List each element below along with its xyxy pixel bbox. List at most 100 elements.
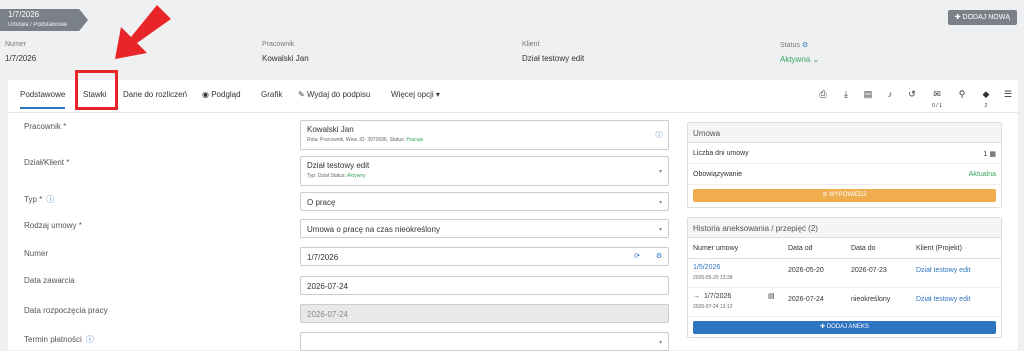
main-card: Podstawowe Stawki Dane do rozliczeń ◉ Po… — [8, 80, 1018, 351]
document-icon[interactable]: ▤ — [768, 292, 775, 300]
add-new-button[interactable]: ✚ DODAJ NOWĄ — [947, 10, 1017, 25]
wypowiedz-label: WYPOWIEDZ — [829, 192, 867, 198]
table-row: 1/5/2026 2026-05-20 13:38 2026-05-20 202… — [688, 259, 1001, 288]
comments-icon[interactable]: ✉ 0 / 1 — [931, 88, 943, 109]
termin-label: Termin płatności ⓘ — [24, 334, 94, 345]
arrow-right-icon: → — [693, 293, 700, 300]
history-icon[interactable]: ↺ — [906, 88, 918, 100]
row-klient-link[interactable]: Dział testowy edit — [916, 296, 970, 303]
rozpoczecia-value: 2026-07-24 — [307, 310, 348, 319]
numer-input[interactable]: 1/7/2026 ⟳ ⚙ — [300, 247, 669, 266]
historia-footer: ✚ DODAJ ANEKS — [688, 317, 1001, 338]
meta-status: Status ⚙ Aktywna ⌄ — [780, 41, 819, 64]
chevron-down-icon: ▾ — [658, 169, 662, 175]
rodzaj-label: Rodzaj umowy * — [24, 221, 82, 230]
meta-numer: Numer 1/7/2026 — [5, 41, 36, 63]
tags-count: 2 — [984, 103, 988, 109]
dodaj-aneks-button[interactable]: ✚ DODAJ ANEKS — [693, 321, 996, 334]
tab-dane-do-rozliczen[interactable]: Dane do rozliczeń — [123, 90, 187, 99]
typ-label: Typ * ⓘ — [24, 194, 54, 205]
row-numer-link[interactable]: 1/5/2026 — [693, 264, 720, 271]
zawarcia-input[interactable]: 2026-07-24 — [300, 276, 669, 295]
dni-label: Liczba dni umowy — [693, 150, 749, 157]
historia-header: Numer umowy Data od Data do Klient (Proj… — [688, 238, 1001, 259]
chevron-down-icon: ▾ — [658, 200, 662, 206]
obow-row: Obowiązywanie Aktualna — [688, 164, 1001, 185]
row-klient-link[interactable]: Dział testowy edit — [916, 267, 970, 274]
row-do: 2026-07-23 — [851, 267, 887, 274]
meta-pracownik-value: Kowalski Jan — [262, 54, 309, 63]
rozpoczecia-label: Data rozpoczęcia pracy — [24, 306, 108, 315]
info-icon[interactable]: ⓘ — [654, 131, 664, 141]
attachment-icon[interactable]: ⚲ — [956, 88, 968, 100]
row-timestamp: 2026-05-20 13:38 — [693, 275, 733, 281]
tab-podglad[interactable]: ◉ Podgląd — [202, 90, 241, 99]
comments-count: 0 / 1 — [932, 103, 942, 109]
meta-status-label: Status — [780, 42, 800, 49]
meta-klient-value: Dział testowy edit — [522, 54, 585, 63]
help-icon[interactable]: ⓘ — [86, 335, 94, 344]
rodzaj-select[interactable]: Umowa o pracę na czas nieokreślony ▾ — [300, 219, 669, 238]
tab-wiecej-label: Więcej opcji — [391, 90, 434, 99]
gear-icon[interactable]: ⚙ — [802, 42, 808, 49]
chevron-down-icon[interactable]: ⌄ — [812, 55, 819, 64]
pracownik-sub: Rola: Pracownik, Wew. ID: 3972696, Statu… — [307, 137, 406, 143]
tab-wydaj-do-podpisu[interactable]: ✎ Wydaj do podpisu — [298, 90, 370, 99]
tab-wiecej-opcji[interactable]: Więcej opcji ▾ — [391, 90, 440, 99]
col-do: Data do — [851, 245, 876, 252]
tab-grafik[interactable]: Grafik — [261, 90, 282, 99]
umowa-title: Umowa — [688, 123, 1001, 143]
dni-row: Liczba dni umowy 1 ▦ — [688, 143, 1001, 164]
tab-podglad-label: Podgląd — [211, 90, 241, 99]
edit-icon: ✎ — [298, 90, 305, 99]
typ-value: O pracę — [307, 198, 336, 207]
breadcrumb[interactable]: 1/7/2026 Umowa / Podstawowe — [0, 9, 88, 31]
tab-podstawowe[interactable]: Podstawowe — [20, 90, 66, 109]
row-timestamp: 2026-07-24 13:12 — [693, 304, 733, 310]
historia-title: Historia aneksowania / przepięć (2) — [688, 218, 1001, 238]
table-row: → 1/7/2026 ▤ 2026-07-24 13:12 2026-07-24… — [688, 288, 1001, 317]
typ-select[interactable]: O pracę ▾ — [300, 192, 669, 211]
zawarcia-value: 2026-07-24 — [307, 282, 348, 291]
pracownik-status: Pracuje — [406, 137, 424, 143]
pracownik-value: Kowalski Jan — [307, 125, 354, 134]
meta-status-value[interactable]: Aktywna — [780, 55, 810, 64]
chevron-down-icon: ▾ — [658, 340, 662, 346]
pracownik-label: Pracownik * — [24, 122, 67, 131]
typ-label-text: Typ * — [24, 195, 43, 204]
row-numer: 1/7/2026 — [704, 293, 732, 300]
dzial-select[interactable]: Dział testowy edit Typ: Dział Status: Ak… — [300, 156, 669, 186]
wypowiedz-button[interactable]: ⊘ WYPOWIEDZ — [693, 189, 996, 202]
dzial-label: Dział/Klient * — [24, 158, 70, 167]
dzial-value: Dział testowy edit — [307, 161, 370, 170]
row-do: nieokreślony — [851, 296, 891, 303]
gear-icon[interactable]: ⚙ — [654, 252, 664, 262]
list-icon[interactable]: ☰ — [1002, 88, 1014, 100]
refresh-icon[interactable]: ⟳ — [632, 252, 642, 262]
annotation-arrow — [115, 5, 171, 59]
col-od: Data od — [788, 245, 813, 252]
help-icon[interactable]: ⓘ — [46, 195, 54, 204]
add-new-label: DODAJ NOWĄ — [962, 14, 1010, 21]
meta-numer-label: Numer — [5, 41, 27, 48]
dzial-status: Aktywny — [347, 173, 366, 179]
col-klient: Klient (Projekt) — [916, 245, 962, 252]
umowa-panel: Umowa Liczba dni umowy 1 ▦ Obowiązywanie A… — [687, 122, 1002, 208]
meta-pracownik: Pracownik Kowalski Jan — [262, 41, 309, 63]
bell-icon[interactable]: ♪ — [884, 88, 896, 100]
obow-value: Aktualna — [968, 171, 996, 178]
pracownik-field[interactable]: Kowalski Jan Rola: Pracownik, Wew. ID: 3… — [300, 120, 669, 150]
termin-select[interactable]: ▾ — [300, 332, 669, 351]
calendar-icon: ▦ — [989, 151, 996, 158]
tag-icon[interactable]: ◆ 2 — [980, 88, 992, 109]
chevron-down-icon: ▾ — [658, 227, 662, 233]
tab-wydaj-label: Wydaj do podpisu — [306, 90, 371, 99]
print-icon[interactable]: ⎙ — [817, 88, 829, 100]
cancel-icon: ⊘ — [822, 192, 828, 198]
annotation-highlight-box — [75, 70, 118, 110]
download-icon[interactable]: ⤓ — [840, 88, 852, 100]
dzial-sub: Typ: Dział Status: — [307, 173, 346, 179]
document-icon[interactable]: ▤ — [862, 88, 874, 100]
numer-value: 1/7/2026 — [307, 253, 339, 262]
meta-numer-value: 1/7/2026 — [5, 54, 37, 63]
